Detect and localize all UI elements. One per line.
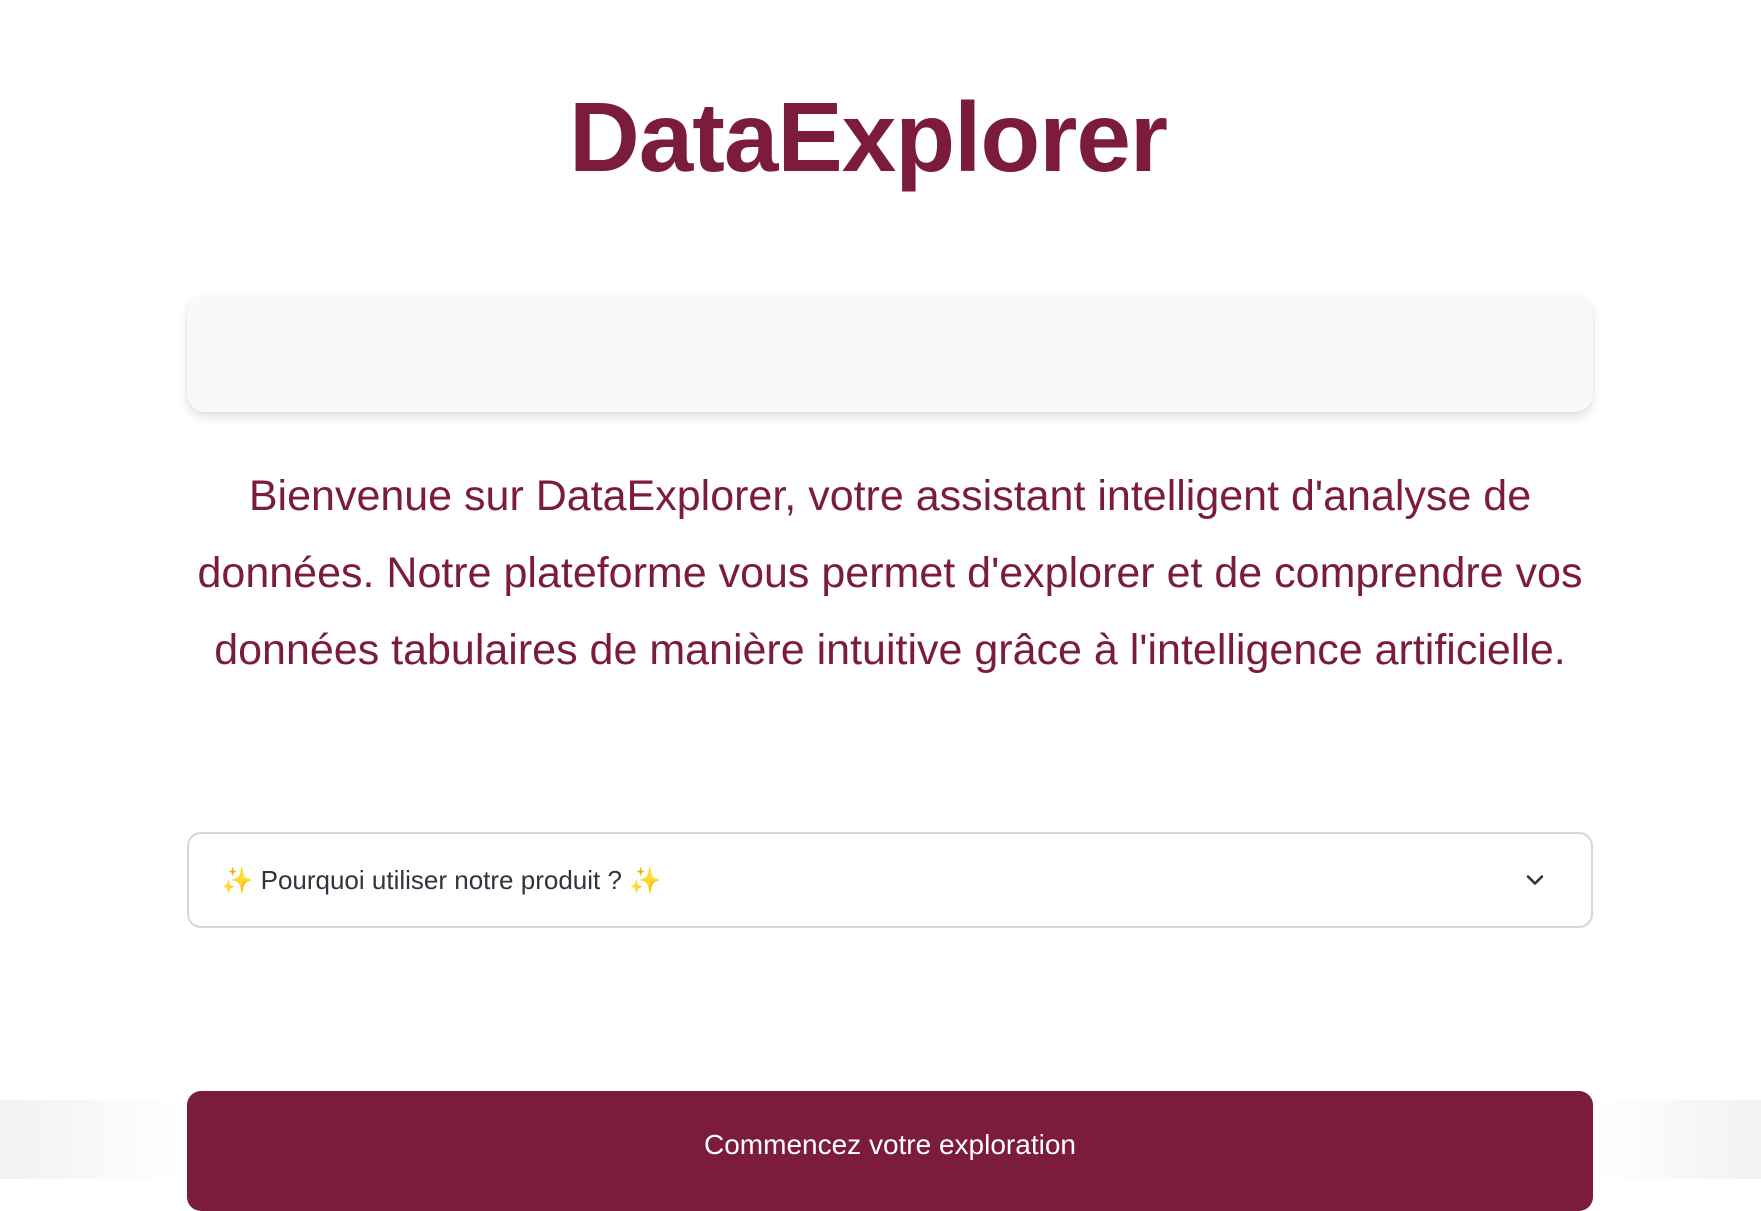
page: DataExplorer Bienvenue sur DataExplorer,… [0, 0, 1761, 1211]
why-use-expander[interactable]: ✨ Pourquoi utiliser notre produit ? ✨ [187, 832, 1593, 928]
app-title: DataExplorer [568, 82, 1168, 192]
start-exploration-button[interactable]: Commencez votre exploration [187, 1091, 1593, 1211]
chevron-down-icon [1523, 868, 1547, 892]
banner-box [187, 294, 1593, 412]
expander-label: ✨ Pourquoi utiliser notre produit ? ✨ [221, 865, 662, 895]
intro-text: Bienvenue sur DataExplorer, votre assist… [197, 472, 1583, 674]
